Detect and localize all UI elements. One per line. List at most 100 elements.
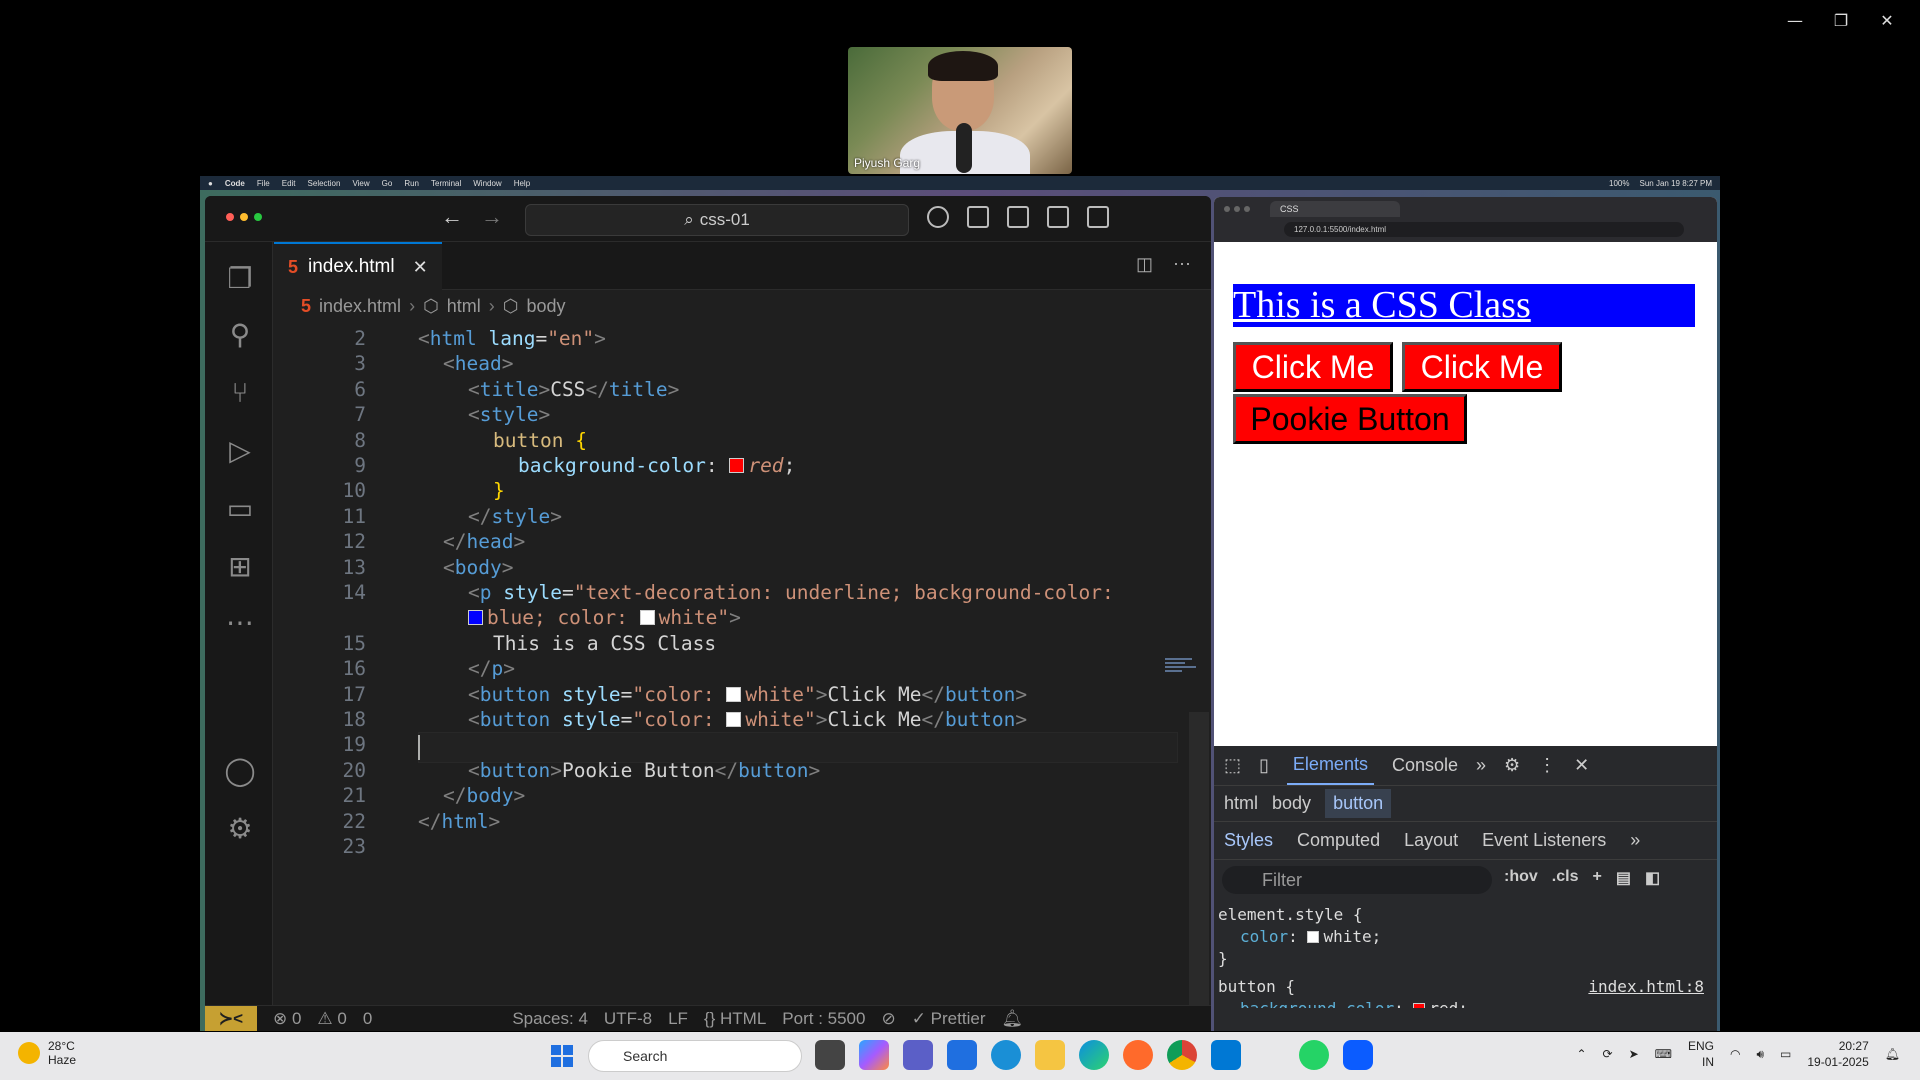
battery-icon[interactable]: ▭ — [1780, 1047, 1791, 1061]
minimize-dot-icon[interactable] — [240, 213, 248, 221]
brave-icon[interactable] — [1123, 1040, 1153, 1070]
sync-icon[interactable]: ⟳ — [1603, 1047, 1613, 1061]
element-style-declaration[interactable]: color: white; — [1218, 926, 1708, 948]
customize-layout-icon[interactable] — [967, 206, 989, 228]
pookie-button[interactable]: Pookie Button — [1233, 394, 1467, 444]
errors-count[interactable]: ⊗ 0 — [273, 1009, 301, 1029]
click-me-button-2[interactable]: Click Me — [1402, 342, 1562, 392]
menu-terminal[interactable]: Terminal — [431, 179, 461, 188]
minimize-button[interactable]: — — [1772, 6, 1818, 34]
code-line[interactable]: 7 <style> — [274, 402, 1174, 427]
code-line[interactable]: 22 </html> — [274, 809, 1174, 834]
code-line[interactable]: blue; color: white"> — [274, 605, 1174, 630]
input-language[interactable]: ENG IN — [1688, 1038, 1714, 1070]
breadcrumb-html[interactable]: html — [447, 296, 481, 317]
explorer-icon[interactable]: ❐ — [223, 262, 257, 296]
cls-toggle[interactable]: .cls — [1552, 868, 1579, 888]
live-server-port[interactable]: Port : 5500 — [782, 1009, 865, 1029]
notifications-icon[interactable]: 🔔︎ — [1885, 1047, 1900, 1061]
close-tab-icon[interactable]: ✕ — [413, 257, 428, 278]
close-button[interactable]: ✕ — [1864, 6, 1910, 34]
warnings-count[interactable]: ⚠ 0 — [317, 1009, 346, 1029]
tab-index-html[interactable]: 5 index.html ✕ — [274, 242, 442, 290]
file-explorer-icon[interactable] — [1035, 1040, 1065, 1070]
subtab-event-listeners[interactable]: Event Listeners — [1482, 830, 1606, 851]
edge-icon[interactable] — [1079, 1040, 1109, 1070]
taskbar-clock[interactable]: 20:27 19-01-2025 — [1807, 1038, 1868, 1070]
language-mode[interactable]: {} HTML — [704, 1009, 766, 1029]
code-line[interactable]: 2 <html lang="en"> — [274, 326, 1174, 351]
dom-crumb-button[interactable]: button — [1325, 789, 1392, 818]
menu-selection[interactable]: Selection — [308, 179, 341, 188]
code-line[interactable]: 20 <button>Pookie Button</button> — [274, 758, 1174, 783]
account-icon[interactable]: ◯ — [223, 754, 257, 788]
subtab-layout[interactable]: Layout — [1404, 830, 1458, 851]
color-swatch[interactable] — [1307, 931, 1320, 943]
menu-run[interactable]: Run — [404, 179, 419, 188]
menu-window[interactable]: Window — [473, 179, 501, 188]
send-icon[interactable]: ➤ — [1629, 1047, 1639, 1061]
run-debug-icon[interactable]: ▷ — [223, 434, 257, 468]
menu-code[interactable]: Code — [225, 179, 245, 188]
code-line[interactable]: 13 <body> — [274, 555, 1174, 580]
menu-help[interactable]: Help — [514, 179, 530, 188]
participant-video[interactable]: Piyush Garg — [848, 47, 1072, 174]
sidebar-toggle-icon[interactable]: ◧ — [1645, 868, 1660, 888]
new-rule-button[interactable]: + — [1592, 868, 1601, 888]
inspect-icon[interactable]: ⬚ — [1224, 755, 1241, 776]
whatsapp-icon[interactable] — [1299, 1040, 1329, 1070]
code-line[interactable]: 16 </p> — [274, 656, 1174, 681]
browser-tab[interactable]: CSS — [1270, 201, 1400, 217]
ports-count[interactable]: 0 — [363, 1009, 372, 1029]
teams-icon[interactable] — [903, 1040, 933, 1070]
copilot-status-icon[interactable]: ⊘ — [881, 1009, 895, 1029]
hov-toggle[interactable]: :hov — [1504, 868, 1538, 888]
indent-spaces[interactable]: Spaces: 4 — [512, 1009, 588, 1029]
settings-gear-icon[interactable]: ⚙ — [223, 812, 257, 846]
code-line[interactable]: 18 <button style="color: white">Click Me<… — [274, 707, 1174, 732]
restore-button[interactable]: ❐ — [1818, 6, 1864, 34]
help-icon[interactable] — [991, 1040, 1021, 1070]
paint-icon[interactable]: ▤ — [1616, 868, 1631, 888]
subtab-styles[interactable]: Styles — [1224, 830, 1273, 851]
dom-crumb-body[interactable]: body — [1272, 793, 1311, 814]
devtools-settings-icon[interactable]: ⚙ — [1504, 755, 1520, 776]
more-actions-icon[interactable]: ⋯ — [1173, 254, 1191, 275]
store-icon[interactable] — [947, 1040, 977, 1070]
source-control-icon[interactable]: ⑂ — [223, 376, 257, 410]
click-me-button-1[interactable]: Click Me — [1233, 342, 1393, 392]
code-line[interactable]: 19 — [274, 732, 1178, 764]
copilot-app-icon[interactable] — [859, 1040, 889, 1070]
subtab-computed[interactable]: Computed — [1297, 830, 1380, 851]
code-editor[interactable]: 2 <html lang="en"> 3 <head> 6 <title>CSS</tit… — [274, 326, 1211, 1024]
code-line[interactable]: 8 button { — [274, 428, 1174, 453]
source-link[interactable]: index.html:8 — [1588, 976, 1704, 998]
zoom-icon[interactable] — [1343, 1040, 1373, 1070]
dom-crumb-html[interactable]: html — [1224, 793, 1258, 814]
forward-arrow-icon[interactable]: → — [481, 204, 503, 230]
copilot-icon[interactable] — [927, 206, 949, 228]
devtools-close-icon[interactable]: ✕ — [1574, 755, 1589, 776]
split-editor-icon[interactable]: ◫ — [1136, 254, 1153, 275]
remote-indicator-icon[interactable]: ≻< — [205, 1005, 257, 1031]
volume-icon[interactable]: 🔊︎ — [1756, 1047, 1764, 1062]
code-line[interactable]: 11 </style> — [274, 504, 1174, 529]
toggle-secondary-sidebar-icon[interactable] — [1087, 206, 1109, 228]
chevron-up-icon[interactable]: ⌃ — [1576, 1047, 1586, 1061]
menu-file[interactable]: File — [257, 179, 270, 188]
toggle-sidebar-icon[interactable] — [1007, 206, 1029, 228]
back-arrow-icon[interactable]: ← — [441, 204, 463, 230]
extensions-icon[interactable]: ⊞ — [223, 550, 257, 584]
keyboard-icon[interactable]: ⌨ — [1655, 1047, 1672, 1061]
code-line[interactable]: 12 </head> — [274, 529, 1174, 554]
address-bar[interactable]: 127.0.0.1:5500/index.html — [1284, 222, 1684, 237]
color-swatch[interactable] — [1413, 1003, 1426, 1008]
code-line[interactable]: 15 This is a CSS Class — [274, 631, 1174, 656]
close-dot-icon[interactable] — [226, 213, 234, 221]
more-subtabs-icon[interactable]: » — [1630, 830, 1640, 851]
code-line[interactable]: 9 background-color: red; — [274, 453, 1174, 478]
code-line[interactable]: 21 </body> — [274, 783, 1174, 808]
wifi-icon[interactable]: ◠ — [1730, 1047, 1740, 1061]
remote-explorer-icon[interactable]: ▭ — [223, 492, 257, 526]
search-icon[interactable]: ⚲ — [223, 318, 257, 352]
